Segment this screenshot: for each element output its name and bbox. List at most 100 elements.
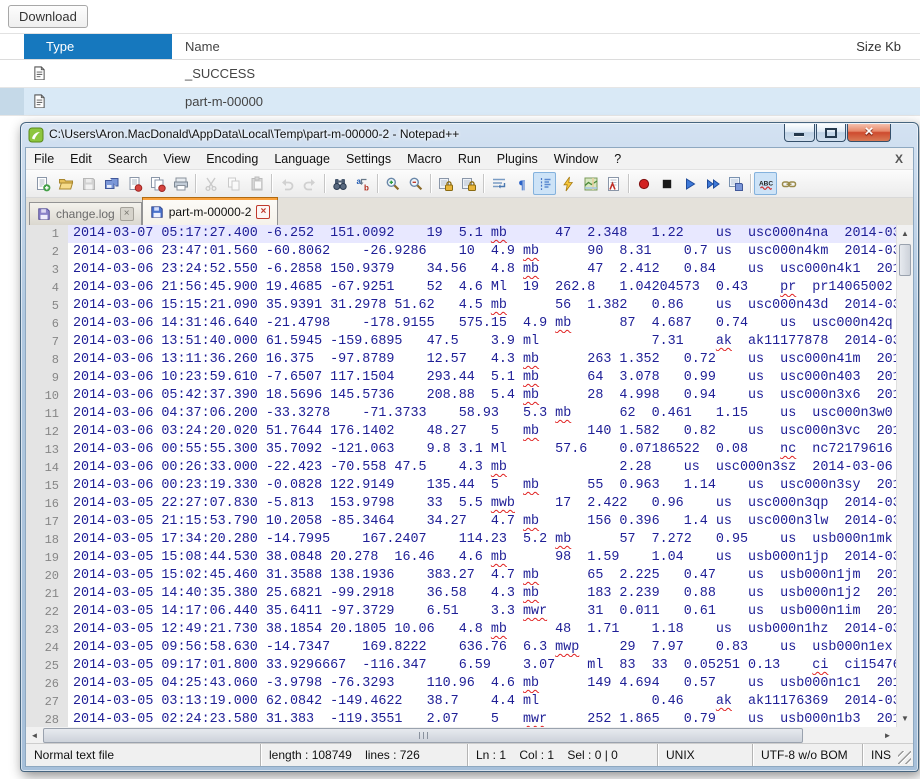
menu-item-settings[interactable]: Settings bbox=[338, 148, 399, 169]
line-number: 17 bbox=[26, 513, 68, 531]
close-all-icon[interactable] bbox=[146, 172, 169, 195]
line-number: 28 bbox=[26, 711, 68, 727]
code-line: 10 2014-03-06 05:42:37.390 18.5696 145.57… bbox=[26, 387, 896, 405]
line-number: 11 bbox=[26, 405, 68, 423]
menu-close-document-button[interactable]: X bbox=[895, 148, 903, 169]
file-name[interactable]: _SUCCESS bbox=[172, 66, 831, 81]
open-file-icon[interactable] bbox=[54, 172, 77, 195]
status-bar: Normal text file length : 108749 lines :… bbox=[26, 743, 913, 766]
resize-grip[interactable] bbox=[898, 751, 911, 764]
scroll-down-icon[interactable]: ▼ bbox=[897, 710, 913, 727]
tab-close-icon[interactable]: × bbox=[119, 207, 134, 221]
line-text: 2014-03-06 00:23:19.330 -0.0828 122.9149… bbox=[73, 478, 896, 493]
horizontal-scroll-thumb[interactable] bbox=[43, 728, 803, 743]
save-all-icon[interactable] bbox=[100, 172, 123, 195]
menu-item-window[interactable]: Window bbox=[546, 148, 606, 169]
vertical-scrollbar[interactable]: ▲ ▼ bbox=[896, 225, 913, 727]
tab-part-m-00000-2[interactable]: part-m-00000-2 × bbox=[141, 197, 279, 225]
download-button[interactable]: Download bbox=[8, 5, 88, 28]
tab-label: change.log bbox=[56, 207, 115, 221]
line-text: 2014-03-06 21:56:45.900 19.4685 -67.9251… bbox=[73, 280, 893, 295]
code-line: 8 2014-03-06 13:11:36.260 16.375 -97.8789… bbox=[26, 351, 896, 369]
line-number: 9 bbox=[26, 369, 68, 387]
line-text: 2014-03-05 22:27:07.830 -5.813 153.9798 … bbox=[73, 496, 896, 511]
line-text: 2014-03-05 17:34:20.280 -14.7995 167.240… bbox=[73, 532, 893, 547]
line-text: 2014-03-05 02:24:23.580 31.383 -119.3551… bbox=[73, 712, 896, 727]
macro-record-icon[interactable] bbox=[632, 172, 655, 195]
replace-icon[interactable]: ab bbox=[351, 172, 374, 195]
window-client-area: File Edit Search View Encoding Language Settin… bbox=[25, 147, 914, 767]
menu-item-file[interactable]: File bbox=[26, 148, 62, 169]
sync-horizontal-icon[interactable] bbox=[457, 172, 480, 195]
zoom-in-icon[interactable] bbox=[381, 172, 404, 195]
text-editor[interactable]: 1 2014-03-07 05:17:27.400 -6.252 151.0092… bbox=[26, 225, 913, 727]
macro-save-icon[interactable] bbox=[724, 172, 747, 195]
tab-close-icon[interactable]: × bbox=[256, 204, 271, 219]
paste-icon bbox=[245, 172, 268, 195]
menu-item-encoding[interactable]: Encoding bbox=[198, 148, 266, 169]
tab-change-log[interactable]: change.log × bbox=[29, 202, 142, 225]
zoom-out-icon[interactable] bbox=[404, 172, 427, 195]
notepadpp-window: C:\Users\Aron.MacDonald\AppData\Local\Te… bbox=[20, 122, 919, 772]
table-row-selected[interactable]: part-m-00000 bbox=[0, 88, 920, 116]
close-button[interactable] bbox=[847, 123, 891, 142]
menu-item-macro[interactable]: Macro bbox=[399, 148, 450, 169]
column-header-name[interactable]: Name bbox=[172, 39, 831, 54]
scroll-up-icon[interactable]: ▲ bbox=[897, 225, 913, 242]
close-file-icon[interactable] bbox=[123, 172, 146, 195]
code-line: 17 2014-03-05 21:15:53.790 10.2058 -85.34… bbox=[26, 513, 896, 531]
menu-item-help[interactable]: ? bbox=[606, 148, 629, 169]
find-icon[interactable] bbox=[328, 172, 351, 195]
tab-bar: change.log × part-m-00000-2 × bbox=[26, 197, 913, 226]
code-line: 28 2014-03-05 02:24:23.580 31.383 -119.35… bbox=[26, 711, 896, 727]
macro-run-multiple-icon[interactable] bbox=[701, 172, 724, 195]
maximize-button[interactable] bbox=[816, 124, 846, 142]
saved-file-icon bbox=[150, 205, 164, 219]
menu-item-language[interactable]: Language bbox=[266, 148, 338, 169]
spell-check-icon[interactable]: ABC bbox=[754, 172, 777, 195]
sync-vertical-icon[interactable] bbox=[434, 172, 457, 195]
status-encoding[interactable]: UTF-8 w/o BOM bbox=[752, 744, 862, 766]
file-name[interactable]: part-m-00000 bbox=[172, 94, 831, 109]
line-number: 1 bbox=[26, 225, 68, 243]
line-text: 2014-03-06 00:26:33.000 -22.423 -70.558 … bbox=[73, 460, 893, 475]
menu-item-run[interactable]: Run bbox=[450, 148, 489, 169]
notepadpp-icon bbox=[28, 127, 44, 143]
menu-item-plugins[interactable]: Plugins bbox=[489, 148, 546, 169]
table-header-row: Type Name Size Kb bbox=[0, 33, 920, 60]
horizontal-scrollbar[interactable]: ◄ ► bbox=[26, 727, 913, 744]
code-line: 4 2014-03-06 21:56:45.900 19.4685 -67.925… bbox=[26, 279, 896, 297]
line-text: 2014-03-06 10:23:59.610 -7.6507 117.1504… bbox=[73, 370, 896, 385]
status-cursor-info: Ln : 1 Col : 1 Sel : 0 | 0 bbox=[467, 744, 657, 766]
column-header-type[interactable]: Type bbox=[24, 34, 172, 59]
vertical-scroll-thumb[interactable] bbox=[899, 244, 911, 276]
title-bar[interactable]: C:\Users\Aron.MacDonald\AppData\Local\Te… bbox=[21, 123, 918, 147]
word-wrap-icon[interactable] bbox=[487, 172, 510, 195]
function-list-icon[interactable] bbox=[602, 172, 625, 195]
menu-item-search[interactable]: Search bbox=[100, 148, 156, 169]
document-map-icon[interactable] bbox=[579, 172, 602, 195]
scroll-right-icon[interactable]: ► bbox=[879, 727, 896, 744]
file-icon bbox=[33, 93, 46, 110]
line-number: 16 bbox=[26, 495, 68, 513]
macro-stop-icon[interactable] bbox=[655, 172, 678, 195]
save-icon bbox=[77, 172, 100, 195]
function-completion-icon[interactable] bbox=[556, 172, 579, 195]
menu-item-edit[interactable]: Edit bbox=[62, 148, 100, 169]
quick-link-icon[interactable] bbox=[777, 172, 800, 195]
minimize-button[interactable] bbox=[784, 124, 815, 142]
code-line: 1 2014-03-07 05:17:27.400 -6.252 151.0092… bbox=[26, 225, 896, 243]
column-header-size[interactable]: Size Kb bbox=[831, 39, 920, 54]
code-line: 7 2014-03-06 13:51:40.000 61.5945 -159.68… bbox=[26, 333, 896, 351]
print-icon[interactable] bbox=[169, 172, 192, 195]
editor-content[interactable]: 1 2014-03-07 05:17:27.400 -6.252 151.0092… bbox=[26, 225, 896, 727]
scroll-left-icon[interactable]: ◄ bbox=[26, 727, 43, 744]
menu-item-view[interactable]: View bbox=[155, 148, 198, 169]
macro-play-icon[interactable] bbox=[678, 172, 701, 195]
status-eol-format[interactable]: UNIX bbox=[657, 744, 752, 766]
show-indent-guide-icon[interactable] bbox=[533, 172, 556, 195]
new-file-icon[interactable] bbox=[31, 172, 54, 195]
toolbar-separator bbox=[195, 174, 196, 193]
table-row[interactable]: _SUCCESS bbox=[0, 60, 920, 88]
show-all-characters-icon[interactable]: ¶ bbox=[510, 172, 533, 195]
